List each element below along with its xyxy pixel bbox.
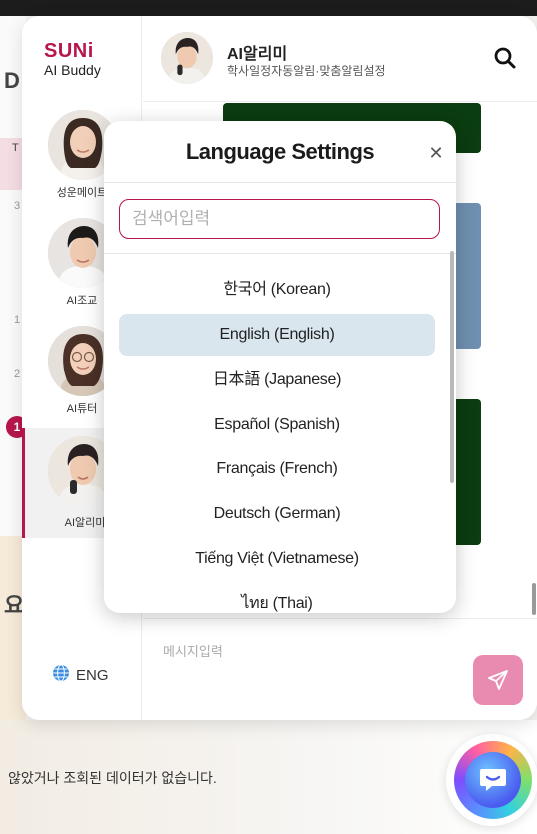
language-option-japanese[interactable]: 日本語 (Japanese) bbox=[119, 359, 435, 401]
language-option-thai[interactable]: ไทย (Thai) bbox=[119, 583, 435, 613]
modal-divider bbox=[104, 253, 456, 254]
background-text: 2 bbox=[14, 368, 21, 380]
chat-bubble-icon bbox=[465, 752, 521, 808]
background-text: T bbox=[12, 142, 19, 154]
globe-icon bbox=[52, 664, 70, 686]
language-option-vietnamese[interactable]: Tiếng Việt (Vietnamese) bbox=[119, 538, 435, 580]
language-settings-modal: Language Settings ✕ 한국어 (Korean) English… bbox=[104, 121, 456, 613]
background-text: D bbox=[4, 68, 20, 93]
language-option-english[interactable]: English (English) bbox=[119, 314, 435, 356]
message-input[interactable]: 메시지입력 bbox=[163, 641, 223, 660]
background-text: 1 bbox=[14, 314, 21, 326]
language-option-korean[interactable]: 한국어 (Korean) bbox=[119, 269, 435, 311]
chat-title: AI알리미 bbox=[227, 46, 288, 63]
close-icon[interactable]: ✕ bbox=[426, 143, 446, 164]
language-option-spanish[interactable]: Español (Spanish) bbox=[119, 404, 435, 446]
header-avatar bbox=[161, 32, 213, 84]
empty-data-message: 않았거나 조회된 데이터가 없습니다. bbox=[8, 770, 217, 786]
chat-header: AI알리미 학사일정자동알림·맞춤알림설정 bbox=[143, 16, 537, 102]
background-text: 3 bbox=[14, 200, 21, 212]
language-option-german[interactable]: Deutsch (German) bbox=[119, 493, 435, 535]
message-composer: 메시지입력 bbox=[143, 618, 537, 720]
send-icon bbox=[488, 670, 508, 690]
chat-scrollbar[interactable] bbox=[532, 583, 536, 615]
modal-divider bbox=[104, 182, 456, 183]
language-search-input[interactable] bbox=[119, 199, 440, 239]
send-button[interactable] bbox=[473, 655, 523, 705]
page-top-bar bbox=[0, 0, 537, 16]
brand-logo[interactable]: SUNi AI Buddy bbox=[44, 40, 101, 78]
language-list-scrollbar[interactable] bbox=[450, 251, 454, 483]
chat-fab-button[interactable] bbox=[454, 741, 532, 819]
brand-name: SUNi bbox=[44, 40, 94, 62]
modal-title: Language Settings bbox=[185, 139, 375, 164]
language-option-french[interactable]: Français (French) bbox=[119, 448, 435, 490]
search-icon[interactable] bbox=[493, 46, 517, 75]
brand-subtitle: AI Buddy bbox=[44, 62, 101, 78]
language-switch-label: ENG bbox=[76, 666, 109, 684]
chat-subtitle: 학사일정자동알림·맞춤알림설정 bbox=[227, 64, 386, 78]
language-switch-button[interactable]: ENG bbox=[52, 664, 109, 686]
